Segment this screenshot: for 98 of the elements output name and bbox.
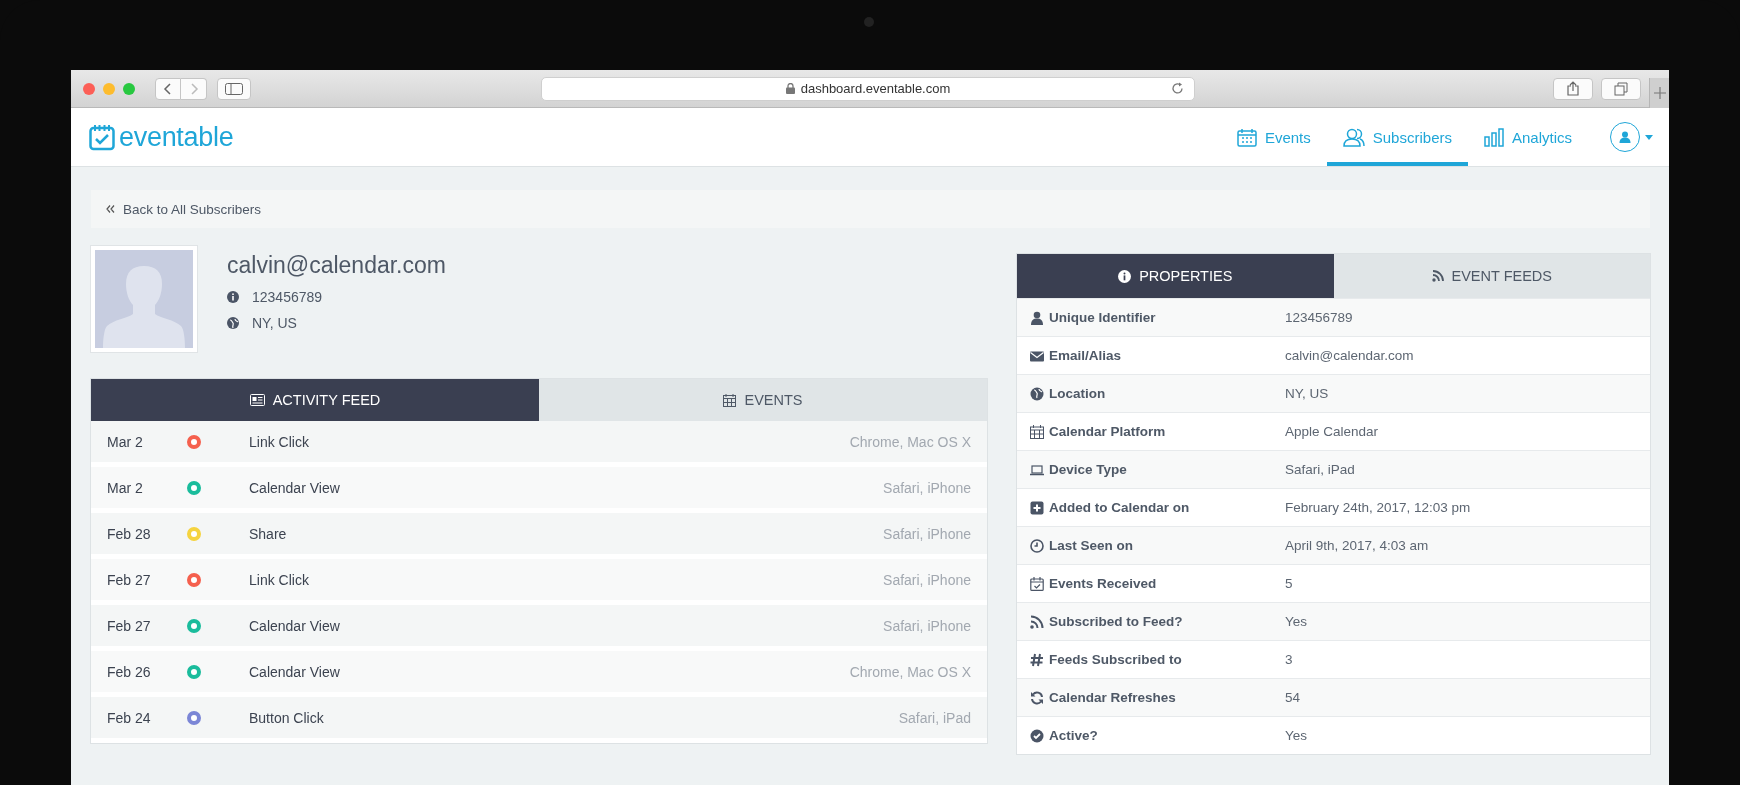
sidebar-icon	[225, 82, 243, 95]
activity-date: Feb 27	[107, 571, 152, 588]
back-link[interactable]: Back to All Subscribers	[91, 190, 1650, 228]
newspaper-icon	[249, 394, 265, 406]
bar-chart-icon	[1483, 127, 1504, 147]
tabs-button[interactable]	[1601, 77, 1641, 100]
nav-tab[interactable]: Analytics	[1467, 108, 1588, 166]
property-label: Subscribed to Feed?	[1049, 614, 1183, 629]
property-value: April 9th, 2017, 4:03 am	[1285, 538, 1429, 553]
hash-icon	[1030, 652, 1044, 667]
info-icon	[227, 291, 239, 303]
property-label: Location	[1049, 386, 1106, 401]
activity-device: Safari, iPad	[898, 709, 971, 726]
chevron-left-icon	[163, 81, 173, 96]
property-value: 54	[1285, 690, 1301, 705]
property-value: Apple Calendar	[1285, 424, 1379, 439]
users-icon	[1342, 127, 1365, 147]
forward-button[interactable]	[181, 77, 207, 100]
activity-date: Feb 24	[107, 709, 152, 726]
property-value: Yes	[1285, 728, 1308, 743]
property-value: Yes	[1285, 614, 1308, 629]
check-circle-icon	[1030, 728, 1044, 743]
activity-device: Safari, iPhone	[883, 571, 971, 588]
activity-event: Calendar View	[249, 479, 341, 496]
calendar-icon	[1030, 424, 1044, 439]
property-label: Device Type	[1049, 462, 1127, 477]
globe-icon	[1030, 386, 1044, 401]
refresh-icon	[1030, 690, 1044, 705]
calendar-icon	[723, 393, 737, 407]
chevron-right-icon	[188, 81, 199, 96]
activity-date: Feb 28	[107, 525, 152, 542]
property-label: Feeds Subscribed to	[1049, 652, 1182, 667]
share-button[interactable]	[1553, 77, 1593, 100]
tab[interactable]: ACTIVITY FEED	[91, 379, 539, 421]
subscriber-location: NY, US	[252, 315, 297, 331]
property-value: Safari, iPad	[1285, 462, 1355, 477]
activity-date: Feb 26	[107, 663, 152, 680]
rss-icon	[1030, 614, 1044, 629]
property-label: Calendar Platform	[1049, 424, 1166, 439]
tab[interactable]: EVENT FEEDS	[1333, 254, 1650, 298]
clock-icon	[1030, 538, 1044, 553]
activity-device: Safari, iPhone	[883, 525, 971, 542]
tab[interactable]: EVENTS	[539, 379, 987, 421]
activity-date: Feb 27	[107, 617, 152, 634]
close-icon[interactable]	[83, 82, 95, 95]
share-icon	[1567, 81, 1579, 96]
activity-event: Button Click	[249, 709, 325, 726]
plus-icon	[1653, 87, 1666, 99]
activity-event: Link Click	[249, 571, 310, 588]
tabs-icon	[1614, 81, 1628, 96]
globe-icon	[227, 317, 239, 329]
plus-square-icon	[1030, 500, 1044, 515]
activity-date: Mar 2	[107, 479, 144, 496]
back-button[interactable]	[155, 77, 181, 100]
calendar-check-icon	[1030, 576, 1044, 591]
new-tab-button[interactable]	[1649, 78, 1669, 108]
sidebar-button[interactable]	[217, 77, 251, 100]
property-value: 3	[1285, 652, 1293, 667]
property-value: calvin@calendar.com	[1285, 348, 1414, 363]
user-icon	[1030, 310, 1044, 325]
property-label: Active?	[1049, 728, 1098, 743]
property-value: February 24th, 2017, 12:03 pm	[1285, 500, 1471, 515]
lock-icon	[785, 83, 795, 94]
property-label: Unique Identifier	[1049, 310, 1156, 325]
property-value: 123456789	[1285, 310, 1353, 325]
activity-device: Safari, iPhone	[883, 479, 971, 496]
reload-icon[interactable]	[1171, 82, 1184, 95]
subscriber-id: 123456789	[252, 289, 323, 305]
property-label: Last Seen on	[1049, 538, 1134, 553]
activity-device: Safari, iPhone	[883, 617, 971, 634]
property-label: Email/Alias	[1049, 348, 1122, 363]
rss-icon	[1431, 270, 1444, 282]
property-label: Calendar Refreshes	[1049, 690, 1176, 705]
tab[interactable]: PROPERTIES	[1017, 254, 1334, 298]
url-text: dashboard.eventable.com	[800, 81, 951, 96]
property-label: Events Received	[1049, 576, 1157, 591]
camera-icon	[864, 17, 874, 27]
activity-date: Mar 2	[107, 433, 144, 450]
property-label: Added to Calendar on	[1049, 500, 1190, 515]
property-value: NY, US	[1285, 386, 1329, 401]
activity-event: Calendar View	[249, 663, 341, 680]
calendar-check-icon	[89, 123, 115, 151]
info-icon	[1118, 269, 1132, 283]
activity-event: Share	[249, 525, 288, 542]
activity-event: Calendar View	[249, 617, 341, 634]
address-bar[interactable]: dashboard.eventable.com	[541, 76, 1195, 101]
nav-tab[interactable]: Subscribers	[1326, 108, 1468, 166]
laptop-icon	[1030, 462, 1044, 477]
activity-device: Chrome, Mac OS X	[849, 433, 971, 450]
caret-icon	[1645, 134, 1653, 140]
maximize-icon[interactable]	[123, 82, 135, 95]
double-chevron-left-icon	[106, 205, 115, 213]
activity-device: Chrome, Mac OS X	[849, 663, 971, 680]
calendar-icon	[1236, 127, 1257, 147]
minimize-icon[interactable]	[103, 82, 115, 95]
property-value: 5	[1285, 576, 1293, 591]
subscriber-email: calvin@calendar.com	[227, 252, 446, 279]
activity-event: Link Click	[249, 433, 310, 450]
